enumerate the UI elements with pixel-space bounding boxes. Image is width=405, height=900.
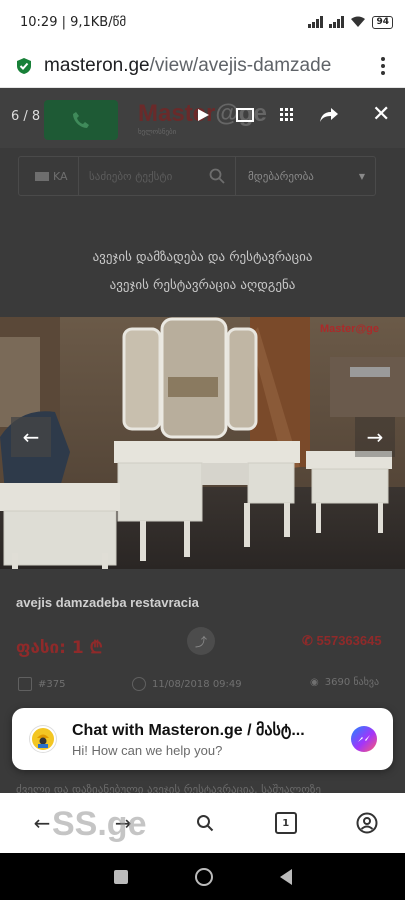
share-button[interactable]: ⤴ bbox=[187, 627, 215, 655]
play-icon[interactable] bbox=[192, 104, 214, 126]
listing-views: ◉ 3690 ნახვა bbox=[310, 677, 380, 688]
eye-icon: ◉ bbox=[310, 677, 319, 688]
messenger-icon[interactable] bbox=[351, 726, 377, 752]
tabs-button[interactable]: 1 bbox=[272, 809, 300, 837]
share-icon: ⤴ bbox=[194, 634, 207, 649]
account-button[interactable] bbox=[353, 809, 381, 837]
android-nav-bar bbox=[0, 853, 405, 900]
search-button[interactable] bbox=[191, 809, 219, 837]
listing-subheading: ავეჯის რესტავრაცია აღდგენა bbox=[109, 278, 296, 293]
account-icon bbox=[356, 812, 378, 834]
chevron-down-icon: ▼ bbox=[358, 171, 365, 181]
id-icon bbox=[18, 677, 32, 691]
status-time: 10:29 | 9,1KB/წმ bbox=[20, 14, 127, 30]
call-button[interactable] bbox=[44, 100, 118, 140]
url-bar[interactable]: masteron.ge/view/avejis-damzade bbox=[0, 44, 405, 88]
url-domain: masteron.ge bbox=[44, 54, 150, 76]
photo-watermark: Master@ge bbox=[320, 323, 380, 335]
prev-image-button[interactable]: ← bbox=[11, 417, 51, 457]
listing-id: #375 bbox=[18, 677, 65, 691]
status-icons: 94 bbox=[308, 15, 393, 29]
listing-date: 11/08/2018 09:49 bbox=[132, 677, 242, 691]
status-bar: 10:29 | 9,1KB/წმ 94 bbox=[0, 0, 405, 44]
next-image-button[interactable]: → bbox=[355, 417, 395, 457]
share-arrow-icon[interactable] bbox=[318, 104, 340, 126]
url-text[interactable]: masteron.ge/view/avejis-damzade bbox=[44, 55, 373, 77]
url-path: /view/avejis-damzade bbox=[149, 54, 332, 76]
phone-link[interactable]: ✆ 557363645 bbox=[302, 633, 382, 649]
secure-shield-icon bbox=[17, 57, 31, 74]
fullscreen-icon[interactable] bbox=[234, 104, 256, 126]
close-icon[interactable]: ✕ bbox=[372, 104, 390, 126]
image-counter: 6 / 8 bbox=[11, 109, 41, 124]
signal-icon-2 bbox=[329, 16, 345, 28]
wifi-icon bbox=[351, 16, 366, 27]
search-input[interactable]: საძიებო ტექსტი bbox=[79, 170, 199, 183]
furniture-photo bbox=[0, 317, 405, 569]
location-select[interactable]: მდებარეობა ▼ bbox=[235, 157, 375, 195]
page-content: Master@ge ხელოსნები 6 / 8 ✕ KA საძიებო ტ… bbox=[0, 88, 405, 793]
tabs-count: 1 bbox=[274, 812, 297, 834]
chat-texts: Chat with Masteron.ge / მასტ... Hi! How … bbox=[72, 720, 351, 758]
phone-icon bbox=[73, 112, 89, 128]
back-nav-icon[interactable] bbox=[279, 868, 292, 885]
clock-icon bbox=[132, 677, 146, 691]
viewer-controls bbox=[192, 104, 340, 126]
battery-icon: 94 bbox=[372, 15, 393, 29]
chat-avatar bbox=[30, 726, 56, 752]
language-selector[interactable]: KA bbox=[19, 157, 79, 195]
search-icon[interactable] bbox=[199, 168, 235, 184]
chat-widget[interactable]: Chat with Masteron.ge / მასტ... Hi! How … bbox=[12, 708, 393, 770]
arrow-left-icon: ← bbox=[33, 811, 51, 835]
listing-title: avejis damzadeba restavracia bbox=[16, 595, 199, 610]
chat-subtitle: Hi! How can we help you? bbox=[72, 743, 223, 758]
flag-icon bbox=[35, 171, 49, 181]
listing-heading: ავეჯის დამზადება და რესტავრაცია bbox=[92, 250, 313, 265]
ss-ge-overlay-logo: SS.ge bbox=[52, 805, 147, 843]
signal-icon bbox=[308, 16, 324, 28]
site-logo-tagline: ხელოსნები bbox=[138, 128, 177, 136]
home-icon[interactable] bbox=[194, 867, 213, 886]
browser-menu-icon[interactable] bbox=[373, 56, 393, 75]
chat-title: Chat with Masteron.ge / მასტ... bbox=[72, 722, 305, 739]
arrow-left-icon: ← bbox=[22, 425, 40, 449]
grid-icon[interactable] bbox=[276, 104, 298, 126]
arrow-right-icon: → bbox=[366, 425, 384, 449]
listing-description: ძველი და დაზიანებული ავეჯის რესტავრაცია.… bbox=[16, 783, 321, 793]
phone-small-icon: ✆ bbox=[302, 633, 317, 648]
listing-photo: Master@ge ← → bbox=[0, 317, 405, 569]
recents-icon[interactable] bbox=[113, 869, 128, 884]
site-search-bar: KA საძიებო ტექსტი მდებარეობა ▼ bbox=[18, 156, 376, 196]
listing-price: ფასი: 1 ₾ bbox=[16, 638, 103, 658]
